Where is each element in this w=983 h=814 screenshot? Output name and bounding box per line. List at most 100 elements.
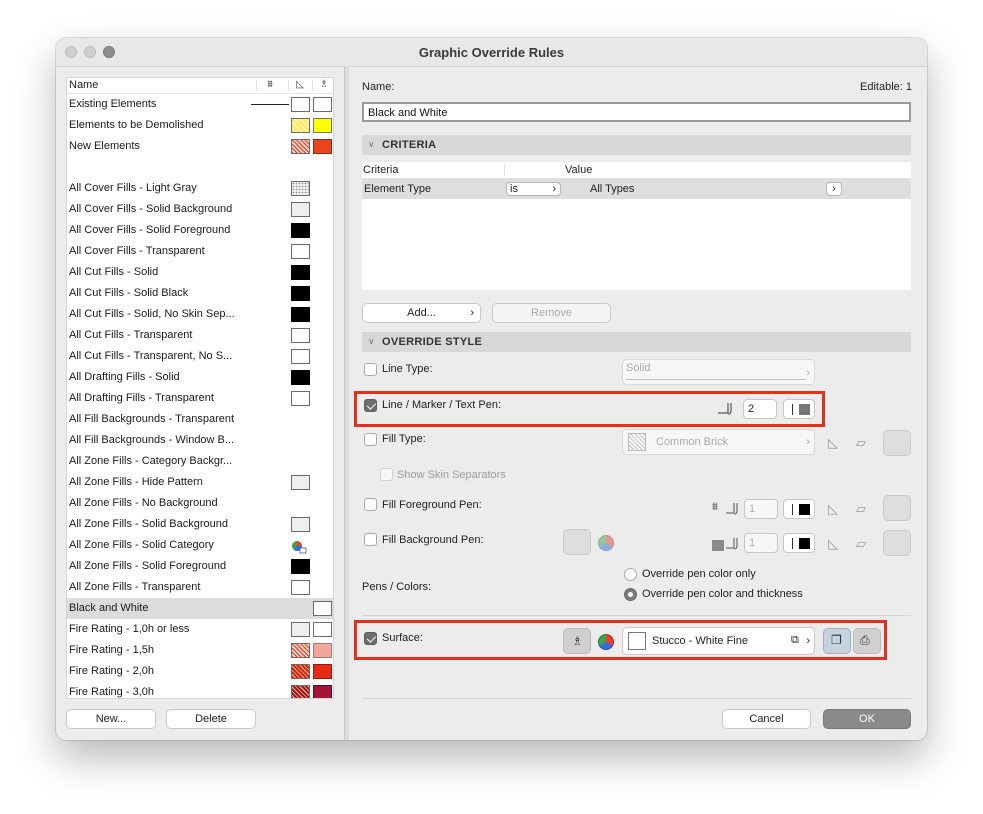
surface-select[interactable]: Stucco - White Fine ⧉ › <box>622 627 815 655</box>
rule-label: Fire Rating - 2,0h <box>69 665 154 677</box>
cover-fill-icon[interactable]: ▱ <box>856 501 866 517</box>
rule-row-selected[interactable]: Black and White <box>67 598 333 619</box>
value-picker-button[interactable]: › <box>826 182 842 196</box>
rule-row[interactable]: All Zone Fills - Solid Category <box>67 535 333 556</box>
rule-row[interactable]: All Cover Fills - Light Gray <box>67 178 333 199</box>
rule-row[interactable]: Fire Rating - 1,5h <box>67 640 333 661</box>
surface-brush-button[interactable]: ♗ <box>563 628 591 654</box>
fill-background-pen-picker[interactable] <box>783 533 815 553</box>
pen-checkbox[interactable] <box>364 399 377 412</box>
criteria-row[interactable]: Element Type is › All Types › <box>362 179 911 199</box>
rule-name-input[interactable]: Black and White <box>362 102 911 122</box>
override-color-thickness-label: Override pen color and thickness <box>642 588 803 600</box>
fill-swatch <box>291 580 310 595</box>
override-style-section-header[interactable]: ∨ OVERRIDE STYLE <box>362 332 911 352</box>
criteria-table[interactable]: Criteria Value Element Type is › All Typ… <box>362 162 911 290</box>
rule-row[interactable]: Existing Elements <box>67 94 333 115</box>
criteria-table-header: Criteria Value <box>362 162 911 179</box>
background-pen-toggle[interactable] <box>563 529 591 555</box>
rule-row[interactable]: All Cut Fills - Transparent <box>67 325 333 346</box>
rule-row[interactable]: Fire Rating - 1,0h or less <box>67 619 333 640</box>
line-type-select[interactable]: Solid › <box>622 359 815 385</box>
add-criteria-button[interactable]: Add... › <box>362 303 481 323</box>
fill-foreground-pen-input[interactable]: 1 <box>744 499 778 519</box>
name-column-header[interactable]: Name <box>69 79 98 91</box>
new-rule-button[interactable]: New... <box>66 709 156 729</box>
rule-row[interactable]: All Cover Fills - Solid Background <box>67 199 333 220</box>
rule-row[interactable]: All Cut Fills - Solid Black <box>67 283 333 304</box>
chevron-right-icon: › <box>806 367 810 379</box>
rule-row[interactable]: All Zone Fills - No Background <box>67 493 333 514</box>
fill-type-select[interactable]: Common Brick › <box>622 429 815 455</box>
criteria-section-header[interactable]: ∨ CRITERIA <box>362 135 911 155</box>
fill-type-checkbox[interactable] <box>364 433 377 446</box>
pen-number-input[interactable]: 2 <box>743 399 777 419</box>
rule-row[interactable]: All Zone Fills - Transparent <box>67 577 333 598</box>
rule-label: All Drafting Fills - Solid <box>69 371 180 383</box>
surface-apply-cut-button[interactable]: ❐ <box>823 628 851 654</box>
rule-row[interactable]: All Zone Fills - Category Backgr... <box>67 451 333 472</box>
drafting-fill-button[interactable] <box>883 530 911 556</box>
remove-criteria-button[interactable]: Remove <box>492 303 611 323</box>
cover-fill-icon[interactable]: ▱ <box>856 435 866 451</box>
rule-row[interactable]: All Drafting Fills - Solid <box>67 367 333 388</box>
fill-type-label: Fill Type: <box>382 433 426 445</box>
surface-apply-uncut-button[interactable]: ⎙ <box>853 628 881 654</box>
rule-row[interactable]: All Zone Fills - Solid Foreground <box>67 556 333 577</box>
ok-button[interactable]: OK <box>823 709 911 729</box>
pen-icon <box>726 538 738 550</box>
fill-swatch <box>291 370 310 385</box>
surface-cut-icon: ❐ <box>831 633 842 647</box>
cover-fill-icon[interactable]: ▱ <box>856 536 866 552</box>
rule-row[interactable]: All Fill Backgrounds - Transparent <box>67 409 333 430</box>
chevron-right-icon: › <box>470 307 474 319</box>
hatch-pen-icon: ⩩ <box>712 501 718 513</box>
rules-list[interactable]: Name ⩩ ◺ ♗ Existing Elements Elements to… <box>66 77 334 699</box>
fill-background-pen-input[interactable]: 1 <box>744 533 778 553</box>
pen-icon <box>718 403 732 415</box>
rule-row[interactable]: All Cut Fills - Solid, No Skin Sep... <box>67 304 333 325</box>
fill-swatch <box>291 97 310 112</box>
rule-label: All Zone Fills - Solid Background <box>69 518 228 530</box>
override-color-only-radio[interactable] <box>624 568 637 581</box>
color-wheel-icon[interactable] <box>598 535 614 551</box>
drafting-fill-button[interactable] <box>883 495 911 521</box>
delete-rule-button[interactable]: Delete <box>166 709 256 729</box>
line-type-column-icon[interactable]: ⩩ <box>263 79 277 91</box>
fill-background-pen-checkbox[interactable] <box>364 533 377 546</box>
rule-row[interactable]: All Cover Fills - Transparent <box>67 241 333 262</box>
pen-picker-button[interactable] <box>783 399 815 419</box>
panel-splitter[interactable] <box>344 66 349 740</box>
background-swatch-icon <box>712 540 724 551</box>
pen-color-preview <box>799 404 810 415</box>
rule-row[interactable]: All Drafting Fills - Transparent <box>67 388 333 409</box>
cut-fill-icon[interactable]: ◺ <box>828 501 838 517</box>
pen-label: Line / Marker / Text Pen: <box>382 399 502 411</box>
rule-row[interactable]: Fire Rating - 2,0h <box>67 661 333 682</box>
rule-row[interactable]: New Elements <box>67 136 333 157</box>
fill-foreground-pen-checkbox[interactable] <box>364 498 377 511</box>
rule-row[interactable]: All Zone Fills - Hide Pattern <box>67 472 333 493</box>
override-color-thickness-radio[interactable] <box>624 588 637 601</box>
cut-fill-icon[interactable]: ◺ <box>828 435 838 451</box>
cancel-button[interactable]: Cancel <box>722 709 811 729</box>
rule-row[interactable]: All Zone Fills - Solid Background <box>67 514 333 535</box>
operator-select[interactable]: is › <box>506 182 561 196</box>
rule-row[interactable]: All Cut Fills - Solid <box>67 262 333 283</box>
line-type-value: Solid <box>626 362 651 374</box>
fill-foreground-pen-picker[interactable] <box>783 499 815 519</box>
rule-row[interactable]: All Cover Fills - Solid Foreground <box>67 220 333 241</box>
pen-color-preview <box>799 538 810 549</box>
skin-separators-checkbox[interactable] <box>380 468 393 481</box>
surface-column-icon[interactable]: ♗ <box>317 79 331 91</box>
line-type-checkbox[interactable] <box>364 363 377 376</box>
surface-checkbox[interactable] <box>364 632 377 645</box>
cut-fill-icon[interactable]: ◺ <box>828 536 838 552</box>
rule-row[interactable]: Fire Rating - 3,0h <box>67 682 333 698</box>
fill-column-icon[interactable]: ◺ <box>293 79 307 91</box>
rule-row[interactable]: All Fill Backgrounds - Window B... <box>67 430 333 451</box>
rule-row[interactable]: Elements to be Demolished <box>67 115 333 136</box>
color-wheel-icon[interactable] <box>598 634 614 650</box>
drafting-fill-button[interactable] <box>883 430 911 456</box>
rule-row[interactable]: All Cut Fills - Transparent, No S... <box>67 346 333 367</box>
